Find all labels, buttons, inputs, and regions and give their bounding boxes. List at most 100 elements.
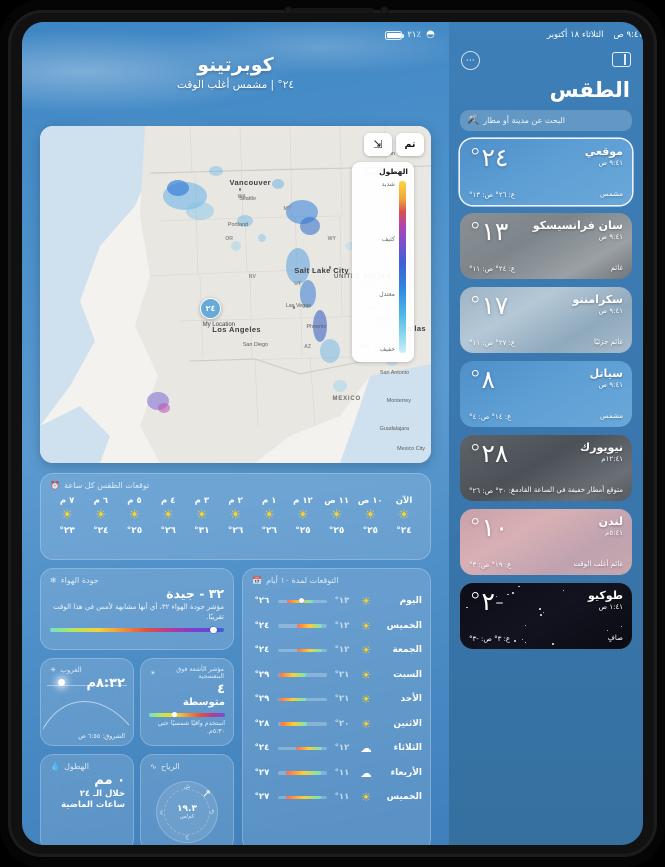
sunset-card[interactable]: ☀ الغروب ٨:٣٢م الشروق: ٦:٥٥ ص: [40, 658, 134, 746]
forecast-day-row[interactable]: الثلاثاء ☁ ١٢° ٢٤°: [251, 736, 422, 761]
city-condition: غائم جزئيًا: [594, 338, 623, 347]
hourly-time: الآن: [396, 496, 413, 506]
clock-icon: ⏰: [50, 481, 60, 490]
precip-title-row: 💧 الهطول: [41, 755, 133, 771]
forecast-day-row[interactable]: الأربعاء ☁ ١١° ٢٧°: [251, 761, 422, 786]
forecast-day-row[interactable]: السبت ☀ ٢١° ٢٩°: [251, 663, 422, 688]
forecast-high-temp: ٢٧°: [251, 768, 273, 778]
ten-day-forecast-card[interactable]: 📅 التوقعات لمدة ١٠ أيام اليوم ☀ ١٣° ٢٦° الخم…: [242, 568, 431, 845]
city-name: نيويورك: [580, 441, 623, 454]
forecast-day-row[interactable]: الأحد ☀ ٢١° ٢٩°: [251, 687, 422, 712]
city-local-time: ٩:٤١ ص: [599, 381, 623, 389]
sunset-value: ٨:٣٢م: [41, 674, 133, 691]
hourly-item[interactable]: ١ م ☀ ٢٦°: [254, 496, 284, 536]
sun-icon: ☀: [95, 509, 107, 523]
city-temperature: -٢°: [469, 587, 504, 616]
city-card[interactable]: طوكيو ١:٤١ ص -٢° صافٍ ع: ٣° ص: -٣°: [460, 583, 632, 649]
hourly-item[interactable]: ١٠ ص ☀ ٢٥°: [355, 496, 385, 536]
forecast-current-dot: [299, 598, 304, 603]
wind-direction-arrow: ↗: [202, 787, 211, 800]
map-label-phoenix: Phoenix: [307, 324, 326, 330]
map-label-nv: NV: [249, 274, 256, 280]
hourly-item[interactable]: ٥ م ☀ ٢٥°: [120, 496, 150, 536]
cloud-icon: ☁: [357, 742, 375, 754]
hourly-temp: ٢٥°: [295, 526, 311, 536]
hourly-time: ٧ م: [60, 496, 74, 506]
forecast-day-name: الخميس: [380, 792, 422, 802]
my-location-pin[interactable]: ٢٤: [200, 298, 221, 319]
wind-speed-value: ١٩.٣: [177, 804, 197, 814]
microphone-icon[interactable]: 🎤: [467, 115, 478, 125]
forecast-low-temp: ١٢°: [332, 743, 352, 753]
hourly-time: ١٢ م: [293, 496, 313, 506]
forecast-day-row[interactable]: الاثنين ☀ ٢٠° ٢٨°: [251, 712, 422, 737]
screen: ٢١٪ ◓ كوبرتينو ٢٤° | مشمس أغلب الوقت Van…: [22, 22, 643, 845]
expand-arrows-icon[interactable]: ⇲: [364, 133, 392, 156]
city-list[interactable]: موقعي ٩:٤١ ص ٢٤° مشمس ع: ٢٦° ص: ١٣° سان فرانس…: [460, 139, 632, 845]
wind-card[interactable]: ∿ الرياح ش غ ق ج ١٩.٣ كم/س ↗: [140, 754, 234, 845]
air-quality-card[interactable]: ❄ جودة الهواء ٣٢ - جيدة مؤشر جودة الهواء…: [40, 568, 234, 650]
forecast-day-row[interactable]: الخميس ☀ ١١° ٢٧°: [251, 785, 422, 810]
map-label-wa: WA: [238, 194, 246, 200]
city-local-time: ٩:٤١ ص: [599, 159, 623, 167]
sun-icon: ☀: [129, 509, 141, 523]
forecast-day-row[interactable]: اليوم ☀ ١٣° ٢٦°: [251, 589, 422, 614]
sidebar-panel-icon[interactable]: [612, 52, 631, 67]
hourly-time: ٣ م: [195, 496, 209, 506]
hourly-item[interactable]: ٤ م ☀ ٢٦°: [153, 496, 183, 536]
city-local-time: ١:٤١ ص: [599, 603, 623, 611]
hourly-item[interactable]: ٣ م ☀ ٣١°: [187, 496, 217, 536]
status-bar-right: ٩:٤١ ص الثلاثاء ١٨ أكتوبر: [449, 22, 643, 48]
aq-value: ٣٢ - جيدة: [41, 585, 233, 601]
forecast-day-name: الاثنين: [380, 719, 422, 729]
forecast-low-temp: ٢١°: [332, 670, 352, 680]
uv-index-card[interactable]: ☀ مؤشر الأشعة فوق البنفسجية ٤ متوسطة است…: [140, 658, 234, 746]
cloud-icon: ☁: [357, 767, 375, 779]
precipitation-map[interactable]: Edmonton Calgary Vancouver Seattle Portl…: [40, 126, 431, 463]
wind-title-row: ∿ الرياح: [141, 755, 233, 771]
forecast-day-row[interactable]: الخميس ☀ ١٢° ٢٤°: [251, 614, 422, 639]
city-card[interactable]: سكرامنتو ٩:٤١ ص ١٧° غائم جزئيًا ع: ٢٧° ص: ١١…: [460, 287, 632, 353]
hourly-item[interactable]: ٢ م ☀ ٢٦°: [221, 496, 251, 536]
sun-icon: ☀: [364, 509, 376, 523]
search-input[interactable]: 🎤 البحث عن مدينة أو مطار 🔍: [460, 110, 632, 131]
status-date: الثلاثاء ١٨ أكتوبر: [547, 30, 604, 40]
hourly-item[interactable]: ٧ م ☀ ٢٣°: [52, 496, 82, 536]
city-temp-range: ع: ٣° ص: -٣°: [469, 635, 510, 643]
air-quality-icon: ❄: [50, 576, 57, 585]
city-card[interactable]: سياتل ٩:٤١ ص ٨° مشمس ع: ١٤° ص: ٤°: [460, 361, 632, 427]
city-local-time: ٩:٤١ ص: [599, 233, 623, 241]
forecast-temp-bar: [278, 796, 327, 800]
precipitation-legend: الهطول شديد كثيف معتدل خفيف: [352, 162, 414, 362]
city-card[interactable]: لندن ٥:٤١م ١٠° غائم أغلب الوقت ع: ١٩° ص: ٣°: [460, 509, 632, 575]
forecast-day-name: الخميس: [380, 621, 422, 631]
map-label-guadalajara: Guadalajara: [380, 426, 409, 432]
more-ellipsis-icon[interactable]: ⋯: [461, 51, 480, 70]
wind-icon: ∿: [150, 762, 157, 771]
map-done-button[interactable]: تم: [396, 133, 424, 156]
map-label-portland: Portland: [228, 222, 248, 228]
sunrise-label: الشروق: ٦:٥٥ ص: [78, 733, 125, 740]
forecast-day-row[interactable]: الجمعة ☀ ١٢° ٢٤°: [251, 638, 422, 663]
hourly-time: ١٠ ص: [358, 496, 383, 506]
forecast-day-name: الأحد: [380, 694, 422, 704]
city-temp-range: ع: ٢٧° ص: ١١°: [469, 339, 515, 347]
status-time: ٩:٤١ ص: [613, 30, 643, 40]
sun-position-dot: [58, 679, 65, 686]
location-header: كوبرتينو ٢٤° | مشمس أغلب الوقت: [22, 54, 449, 91]
forecast-temp-bar: [278, 698, 327, 702]
hourly-item[interactable]: ٦ م ☀ ٢٤°: [86, 496, 116, 536]
city-card[interactable]: نيويورك ١٢:٤١م ٢٨° متوقع أمطار خفيفة في الس…: [460, 435, 632, 501]
hourly-item[interactable]: ١٢ م ☀ ٢٥°: [288, 496, 318, 536]
battery-icon: [385, 31, 402, 40]
hourly-item[interactable]: ١١ ص ☀ ٢٥°: [322, 496, 352, 536]
hourly-item[interactable]: الآن ☀ ٢٤°: [389, 496, 419, 536]
fc-title: التوقعات لمدة ١٠ أيام: [266, 576, 338, 585]
hourly-forecast-card[interactable]: ⏰ توقعات الطقس كل ساعة الآن ☀ ٢٤° ١٠ ص ☀ ٢٥° ١…: [40, 473, 431, 560]
legend-tick-3: خفيف: [379, 346, 395, 353]
city-card[interactable]: موقعي ٩:٤١ ص ٢٤° مشمس ع: ٢٦° ص: ١٣°: [460, 139, 632, 205]
speaker-bar: [292, 8, 374, 13]
map-label-or: OR: [225, 236, 233, 242]
precipitation-card[interactable]: 💧 الهطول ٠ مم خلال الـ ٢٤ ساعات الماضية: [40, 754, 134, 845]
city-card[interactable]: سان فرانسيسكو ٩:٤١ ص ١٣° غائم ع: ٢٤° ص: ١١°: [460, 213, 632, 279]
